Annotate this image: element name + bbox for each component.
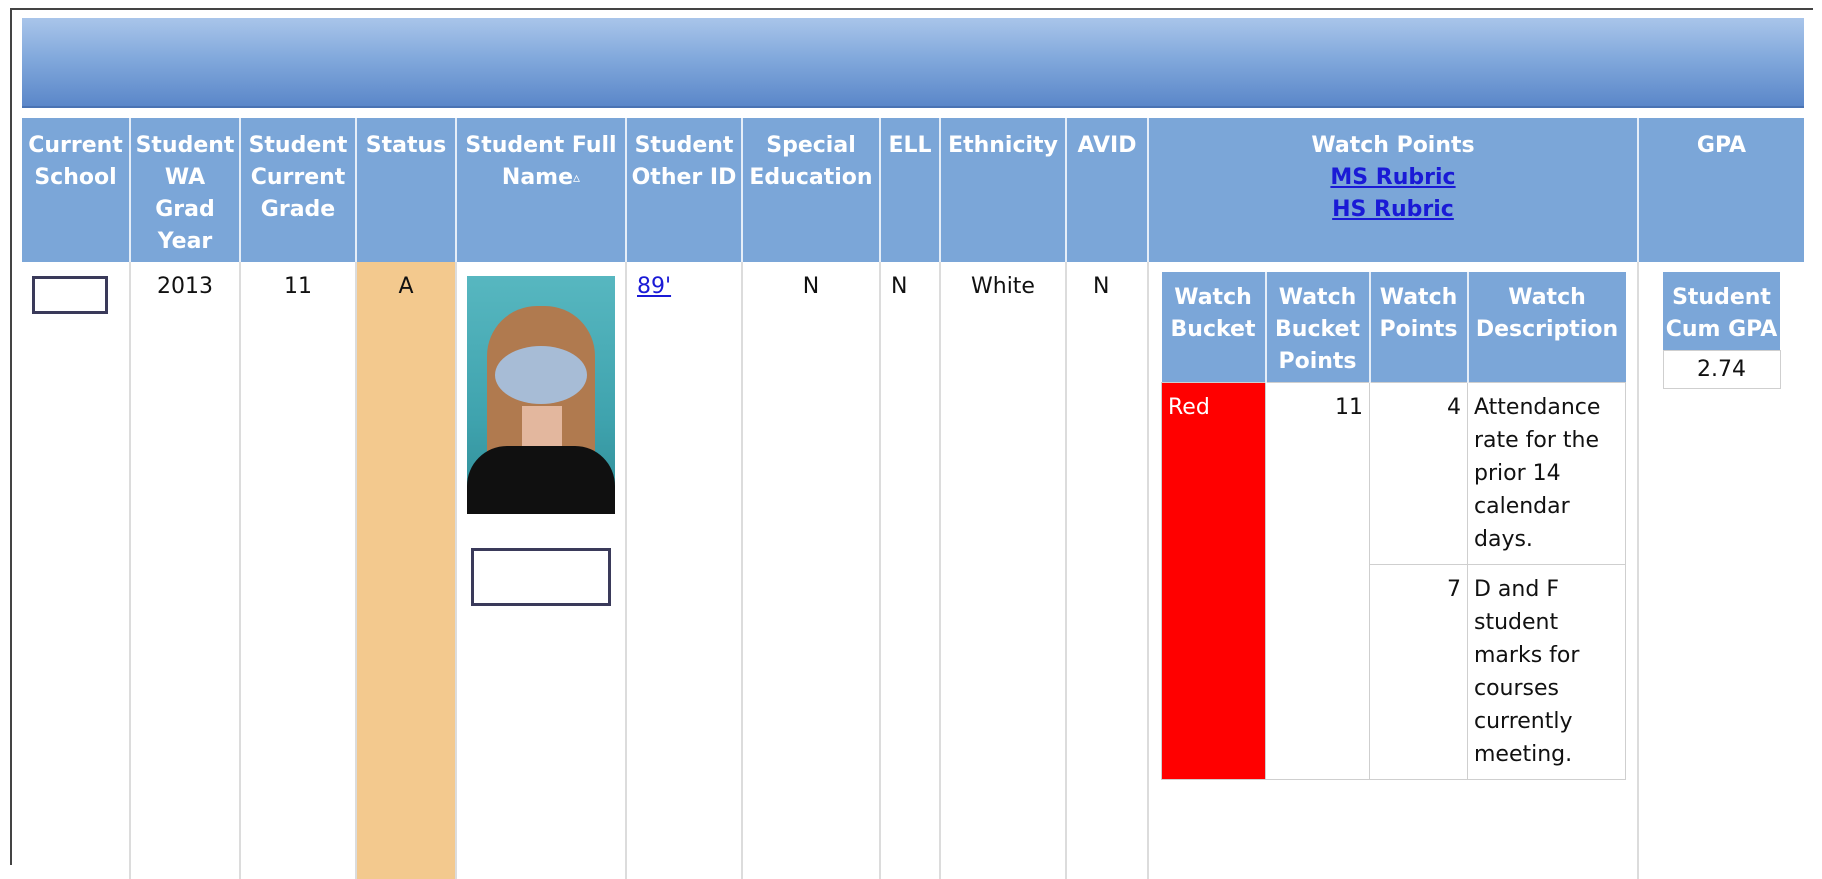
col-special-education: Special Education bbox=[742, 118, 881, 262]
gpa-header: Student Cum GPA bbox=[1663, 272, 1780, 351]
watch-bucket-points-cell: 11 bbox=[1265, 382, 1370, 780]
watch-header-row: Watch Bucket Watch Bucket Points Watch P… bbox=[1161, 272, 1626, 383]
col-gpa: GPA bbox=[1638, 118, 1804, 262]
ms-rubric-link[interactable]: MS Rubric bbox=[1330, 165, 1455, 190]
cell-current-school bbox=[22, 262, 131, 879]
col-ethnicity: Ethnicity bbox=[940, 118, 1067, 262]
cell-ell: N bbox=[880, 262, 941, 879]
watch-col-description: Watch Description bbox=[1467, 272, 1626, 383]
gpa-table: Student Cum GPA 2.74 bbox=[1662, 272, 1781, 389]
cell-gpa: Student Cum GPA 2.74 bbox=[1638, 262, 1804, 879]
gpa-value: 2.74 bbox=[1662, 350, 1781, 389]
other-id-link[interactable]: 89' bbox=[637, 274, 671, 299]
col-full-name[interactable]: Student Full Name▵ bbox=[456, 118, 627, 262]
col-status: Status bbox=[356, 118, 457, 262]
current-school-redacted-box bbox=[32, 276, 108, 314]
col-current-school: Current School bbox=[22, 118, 131, 262]
col-full-name-label[interactable]: Student Full Name bbox=[465, 133, 616, 190]
col-grad-year: Student WA Grad Year bbox=[130, 118, 241, 262]
watch-points-table: Watch Bucket Watch Bucket Points Watch P… bbox=[1161, 272, 1626, 780]
cell-status: A bbox=[356, 262, 457, 879]
cell-ethnicity: White bbox=[940, 262, 1067, 879]
hs-rubric-link[interactable]: HS Rubric bbox=[1332, 197, 1454, 222]
cell-other-id: 89' bbox=[626, 262, 743, 879]
student-name-redacted-box bbox=[471, 548, 611, 606]
watch-col-points: Watch Points bbox=[1369, 272, 1469, 383]
blurred-face bbox=[495, 346, 587, 404]
col-ell: ELL bbox=[880, 118, 941, 262]
cell-grad-year: 2013 bbox=[130, 262, 241, 879]
col-watch-points: Watch Points MS Rubric HS Rubric bbox=[1148, 118, 1639, 262]
watch-description-cell: D and F student marks for courses curren… bbox=[1467, 564, 1626, 780]
cell-current-grade: 11 bbox=[240, 262, 357, 879]
student-table: Current School Student WA Grad Year Stud… bbox=[22, 118, 1804, 879]
student-photo bbox=[467, 276, 615, 514]
cell-avid: N bbox=[1066, 262, 1149, 879]
col-avid: AVID bbox=[1066, 118, 1149, 262]
watch-points-title: Watch Points bbox=[1311, 133, 1475, 158]
cell-watch-points: Watch Bucket Watch Bucket Points Watch P… bbox=[1148, 262, 1639, 879]
watch-row: Red 11 4 Attendance rate for the prior 1… bbox=[1161, 382, 1626, 780]
header-row: Current School Student WA Grad Year Stud… bbox=[22, 118, 1804, 262]
watch-points-cell: 7 bbox=[1369, 564, 1468, 780]
watch-bucket-cell: Red bbox=[1161, 382, 1266, 780]
header-banner bbox=[22, 18, 1804, 108]
col-current-grade: Student Current Grade bbox=[240, 118, 357, 262]
cell-full-name bbox=[456, 262, 627, 879]
table-row: 2013 11 A 89' N N White N Watch Bucket W… bbox=[22, 262, 1804, 879]
cell-special-education: N bbox=[742, 262, 881, 879]
watch-points-cell: 4 bbox=[1369, 382, 1468, 565]
watch-col-bucket-points: Watch Bucket Points bbox=[1265, 272, 1371, 383]
watch-col-bucket: Watch Bucket bbox=[1161, 272, 1267, 383]
watch-description-cell: Attendance rate for the prior 14 calenda… bbox=[1467, 382, 1626, 565]
col-other-id: Student Other ID bbox=[626, 118, 743, 262]
sort-ascending-icon[interactable]: ▵ bbox=[573, 170, 580, 186]
